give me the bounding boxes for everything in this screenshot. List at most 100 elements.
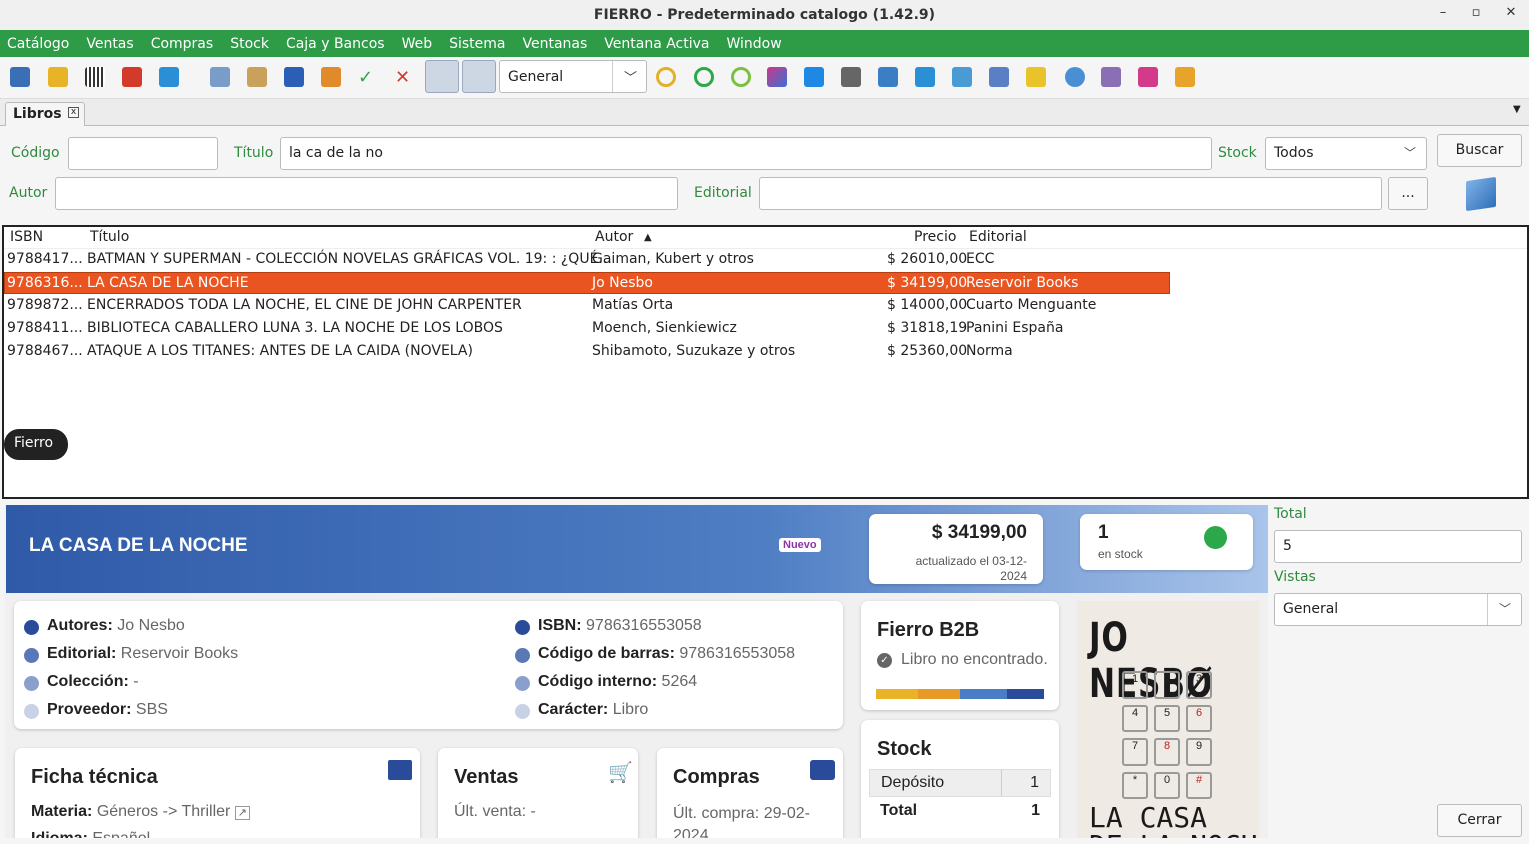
stock-total-label: Total bbox=[880, 802, 918, 819]
transfer-icon[interactable] bbox=[321, 67, 341, 87]
list-icon[interactable] bbox=[247, 67, 267, 87]
ficha-idioma-value: Español bbox=[92, 830, 150, 838]
b2b-icon[interactable] bbox=[48, 67, 68, 87]
info-key: Código de barras: bbox=[538, 645, 675, 662]
info-key: Carácter: bbox=[538, 701, 609, 718]
codigo-input[interactable] bbox=[68, 137, 218, 170]
shield-icon[interactable] bbox=[284, 67, 304, 87]
book-icon[interactable] bbox=[10, 67, 30, 87]
warehouse-icon[interactable] bbox=[1101, 67, 1121, 87]
pe-doc-icon[interactable] bbox=[1138, 67, 1158, 87]
tab-close-icon[interactable]: x bbox=[68, 107, 79, 118]
menu-sistema[interactable]: Sistema bbox=[449, 36, 505, 52]
vistas-select[interactable]: General ﹀ bbox=[1274, 593, 1522, 626]
ventas-card: Ventas 🛒 Últ. venta: - bbox=[438, 748, 638, 838]
table-row[interactable]: 9788417... BATMAN Y SUPERMAN - COLECCIÓN… bbox=[4, 249, 1170, 271]
menu-caja-bancos[interactable]: Caja y Bancos bbox=[286, 36, 385, 52]
invoice-fc-icon[interactable] bbox=[159, 67, 179, 87]
menu-stock[interactable]: Stock bbox=[230, 36, 269, 52]
tab-libros[interactable]: Libros x bbox=[5, 102, 85, 126]
table-row[interactable]: 9788411... BIBLIOTECA CABALLERO LUNA 3. … bbox=[4, 318, 1170, 340]
cell-precio: $ 31818,19 bbox=[887, 320, 968, 336]
rv-doc-icon[interactable] bbox=[989, 67, 1009, 87]
titulo-input[interactable]: la ca de la no bbox=[280, 137, 1212, 170]
close-window-button[interactable]: ✕ bbox=[1501, 5, 1521, 25]
menu-ventana-activa[interactable]: Ventana Activa bbox=[604, 36, 709, 52]
menu-window[interactable]: Window bbox=[727, 36, 782, 52]
cover-key: 5 bbox=[1154, 704, 1180, 732]
external-link-icon[interactable]: ↗ bbox=[234, 806, 251, 820]
col-isbn[interactable]: ISBN bbox=[10, 229, 43, 245]
menu-ventas[interactable]: Ventas bbox=[86, 36, 133, 52]
stock-label: Stock bbox=[1218, 145, 1257, 161]
tab-libros-label: Libros bbox=[13, 106, 62, 122]
cell-titulo: LA CASA DE LA NOCHE bbox=[87, 275, 249, 291]
menu-ventanas[interactable]: Ventanas bbox=[522, 36, 587, 52]
table-row[interactable]: 9788467... ATAQUE A LOS TITANES: ANTES D… bbox=[4, 341, 1170, 363]
autor-input[interactable] bbox=[55, 177, 678, 210]
menu-web[interactable]: Web bbox=[402, 36, 433, 52]
compras-ultima-key: Últ. compra: bbox=[673, 805, 760, 822]
side-panel: Total 5 Vistas General ﹀ Cerrar bbox=[1270, 500, 1529, 844]
editorial-more-button[interactable]: ... bbox=[1388, 177, 1428, 210]
cross-icon[interactable]: ✕ bbox=[395, 67, 415, 88]
info-value: 9786316553058 bbox=[586, 617, 702, 634]
bullet-dot bbox=[24, 676, 39, 691]
minimize-button[interactable]: – bbox=[1433, 5, 1453, 25]
layout-horizontal-button[interactable] bbox=[425, 60, 459, 93]
barcode-icon[interactable] bbox=[85, 67, 105, 87]
stock-count: 1 bbox=[1098, 522, 1109, 543]
cover-key: 1 bbox=[1122, 671, 1148, 699]
table-row[interactable]: 9789872... ENCERRADOS TODA LA NOCHE, EL … bbox=[4, 295, 1170, 317]
view-select-divider bbox=[612, 61, 613, 92]
price-value: $ 34199,00 bbox=[931, 522, 1027, 543]
col-editorial[interactable]: Editorial bbox=[969, 229, 1027, 245]
cover-keypad: 1 2 3 4 5 6 7 8 9 * 0 # bbox=[1122, 671, 1220, 799]
table-row-selected[interactable]: 9786316... LA CASA DE LA NOCHE Jo Nesbo … bbox=[4, 272, 1170, 294]
maximize-button[interactable]: ▫ bbox=[1466, 5, 1486, 25]
document-icon[interactable] bbox=[210, 67, 230, 87]
view-select[interactable]: General ﹀ bbox=[499, 60, 647, 93]
buscar-button[interactable]: Buscar bbox=[1437, 134, 1522, 167]
info-key: Proveedor: bbox=[47, 701, 132, 718]
cerrar-button[interactable]: Cerrar bbox=[1437, 804, 1522, 837]
layout-split-button[interactable] bbox=[462, 60, 496, 93]
total-field[interactable]: 5 bbox=[1274, 530, 1522, 563]
cover-key: * bbox=[1122, 771, 1148, 799]
se-doc-icon[interactable] bbox=[952, 67, 972, 87]
editorial-input[interactable] bbox=[759, 177, 1382, 210]
cell-isbn: 9786316... bbox=[7, 275, 83, 291]
stock-select[interactable]: Todos ﹀ bbox=[1265, 137, 1427, 170]
cell-autor: Matías Orta bbox=[592, 297, 674, 313]
eraser-icon[interactable] bbox=[767, 67, 787, 87]
col-titulo[interactable]: Título bbox=[90, 229, 129, 245]
info-value: 9786316553058 bbox=[679, 645, 796, 662]
col-autor[interactable]: Autor bbox=[595, 229, 633, 245]
info-card: Autores: Jo Nesbo Editorial: Reservoir B… bbox=[14, 601, 843, 729]
rings-icon[interactable] bbox=[656, 67, 676, 87]
building-icon[interactable] bbox=[878, 67, 898, 87]
view-select-value: General bbox=[508, 69, 564, 85]
circle-add-icon[interactable] bbox=[731, 67, 751, 87]
stock-card: 1 en stock bbox=[1080, 514, 1253, 570]
search-doc-icon[interactable] bbox=[804, 67, 824, 87]
re-doc-icon[interactable] bbox=[1175, 67, 1195, 87]
badge-icon[interactable] bbox=[1026, 67, 1046, 87]
printer-icon[interactable] bbox=[841, 67, 861, 87]
menu-compras[interactable]: Compras bbox=[151, 36, 214, 52]
check-icon[interactable]: ✓ bbox=[358, 67, 378, 88]
circle-green-icon[interactable] bbox=[694, 67, 714, 87]
col-precio[interactable]: Precio bbox=[914, 229, 956, 245]
book-cover-image: JO NESBØ 1 2 3 4 5 6 7 8 9 * 0 # LA CASA… bbox=[1077, 601, 1259, 838]
tab-menu-arrow-icon[interactable]: ▼ bbox=[1513, 104, 1521, 115]
drop-icon[interactable] bbox=[1065, 67, 1085, 87]
cell-isbn: 9788411... bbox=[7, 320, 83, 336]
cover-key: 3 bbox=[1186, 671, 1212, 699]
menu-catalogo[interactable]: Catálogo bbox=[7, 36, 69, 52]
cell-precio: $ 26010,00 bbox=[887, 251, 968, 267]
sort-asc-icon: ▲ bbox=[644, 232, 652, 243]
codigo-label: Código bbox=[11, 145, 60, 161]
truck-icon[interactable] bbox=[122, 67, 142, 87]
book-icon[interactable] bbox=[1466, 176, 1496, 212]
fc-doc-icon[interactable] bbox=[915, 67, 935, 87]
